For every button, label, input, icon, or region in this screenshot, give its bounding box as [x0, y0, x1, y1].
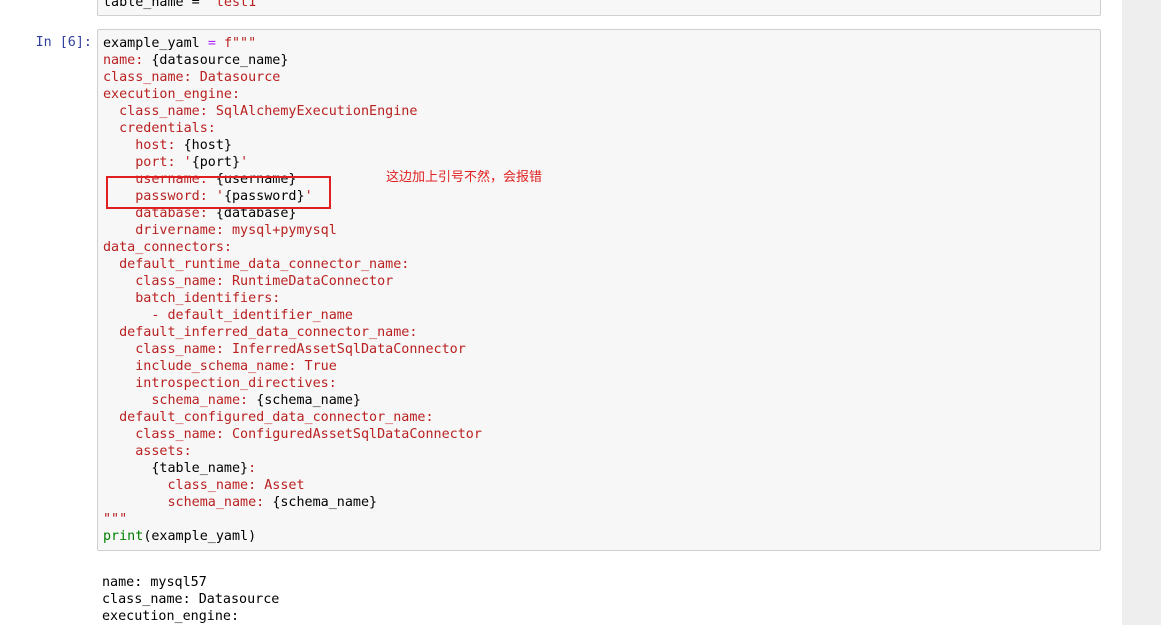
annotation-note: 这边加上引号不然，会报错: [386, 170, 543, 185]
code-line: class_name: SqlAlchemyExecutionEngine: [103, 103, 482, 120]
code-line: """: [103, 511, 482, 528]
code-token: default_configured_data_connector_name:: [103, 410, 434, 425]
previous-cell-partial-line: table_name = "test1": [103, 0, 264, 11]
code-line: class_name: Asset: [103, 477, 482, 494]
code-token: credentials:: [103, 121, 216, 136]
code-token: class_name: SqlAlchemyExecutionEngine: [103, 104, 418, 119]
code-line: {table_name}:: [103, 460, 482, 477]
code-line: data_connectors:: [103, 239, 482, 256]
code-line: drivername: mysql+pymysql: [103, 222, 482, 239]
code-token: {table_name}: [151, 461, 249, 476]
code-token: (example_yaml): [143, 529, 257, 544]
code-token: introspection_directives:: [103, 376, 337, 391]
code-token: data_connectors:: [103, 240, 232, 255]
code-token: drivername: mysql+pymysql: [103, 223, 337, 238]
code-line: print(example_yaml): [103, 528, 482, 545]
output-line: execution_engine:: [102, 609, 240, 624]
output-line: class_name: Datasource: [102, 592, 280, 607]
code-token: class_name: Asset: [103, 478, 305, 493]
code-token: class_name: Datasource: [103, 70, 281, 85]
code-line: name: {datasource_name}: [103, 52, 482, 69]
cell-prompt: In [6]:: [35, 35, 92, 50]
code-line: default_runtime_data_connector_name:: [103, 256, 482, 273]
code-cell-input[interactable]: example_yaml = f""" name: {datasource_nam…: [97, 29, 1101, 551]
code-line: default_inferred_data_connector_name:: [103, 324, 482, 341]
code-token: {schema_name}: [272, 495, 378, 510]
code-token: default_runtime_data_connector_name:: [103, 257, 410, 272]
code-token: host:: [103, 138, 184, 153]
code-token: class_name: ConfiguredAssetSqlDataConnec…: [103, 427, 482, 442]
code-token: schema_name:: [103, 393, 257, 408]
code-token: assets:: [103, 444, 192, 459]
code-line: batch_identifiers:: [103, 290, 482, 307]
code-line: example_yaml = f""": [103, 35, 482, 52]
code-token: {port}: [191, 155, 241, 170]
code-line: - default_identifier_name: [103, 307, 482, 324]
code-editor[interactable]: example_yaml = f""" name: {datasource_nam…: [103, 35, 482, 545]
code-token: class_name: RuntimeDataConnector: [103, 274, 394, 289]
code-token: - default_identifier_name: [103, 308, 353, 323]
code-token: execution_engine:: [103, 87, 241, 102]
code-line: credentials:: [103, 120, 482, 137]
code-token: ': [240, 155, 249, 170]
code-line: class_name: ConfiguredAssetSqlDataConnec…: [103, 426, 482, 443]
code-line: class_name: Datasource: [103, 69, 482, 86]
code-token: {schema_name}: [256, 393, 361, 408]
code-line: class_name: RuntimeDataConnector: [103, 273, 482, 290]
code-line: default_configured_data_connector_name:: [103, 409, 482, 426]
code-token: include_schema_name: True: [103, 359, 337, 374]
code-token: {datasource_name}: [151, 53, 289, 68]
page-scrollbar-gutter[interactable]: [1122, 0, 1161, 625]
code-line: include_schema_name: True: [103, 358, 482, 375]
code-token: batch_identifiers:: [103, 291, 281, 306]
code-line: schema_name: {schema_name}: [103, 392, 482, 409]
cell-output: name: mysql57 class_name: Datasource execu…: [102, 574, 279, 625]
code-token-string: "test1": [207, 0, 265, 10]
code-token: table_name =: [103, 0, 208, 10]
code-token: port: ': [103, 155, 192, 170]
code-token: class_name: InferredAssetSqlDataConnecto…: [103, 342, 466, 357]
code-token: schema_name:: [103, 495, 273, 510]
annotation-highlight-box: [106, 176, 331, 209]
code-token: """: [103, 512, 128, 527]
code-token: {host}: [183, 138, 232, 153]
code-line: host: {host}: [103, 137, 482, 154]
code-line: class_name: InferredAssetSqlDataConnecto…: [103, 341, 482, 358]
code-line: introspection_directives:: [103, 375, 482, 392]
code-line: schema_name: {schema_name}: [103, 494, 482, 511]
output-line: name: mysql57: [102, 575, 207, 590]
code-token: f""": [223, 36, 257, 51]
code-token: default_inferred_data_connector_name:: [103, 325, 418, 340]
code-token: name:: [103, 53, 152, 68]
code-token: :: [248, 461, 257, 476]
code-token: print: [103, 529, 144, 544]
code-line: assets:: [103, 443, 482, 460]
previous-code-cell[interactable]: table_name = "test1": [97, 0, 1101, 16]
code-token: example_yaml: [103, 36, 208, 51]
code-line: execution_engine:: [103, 86, 482, 103]
code-token: =: [207, 36, 216, 51]
